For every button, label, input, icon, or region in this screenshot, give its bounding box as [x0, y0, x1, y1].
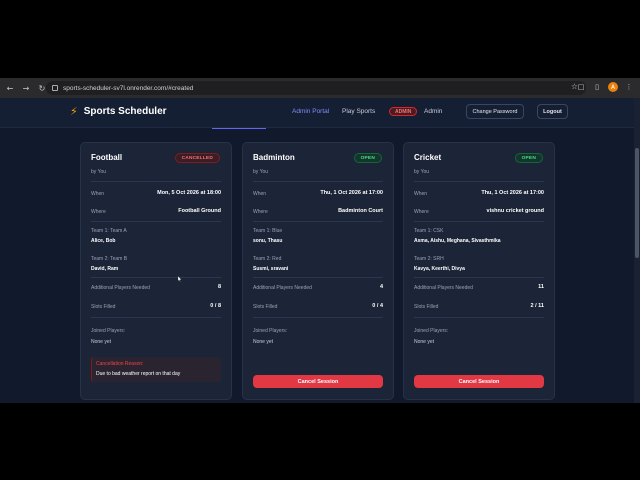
status-badge: OPEN: [514, 153, 543, 163]
session-owner: by You: [253, 169, 269, 175]
session-title: Cricket: [414, 153, 442, 162]
status-badge: OPEN: [353, 153, 382, 163]
divider: [414, 317, 544, 318]
joined-label: Joined Players:: [414, 328, 449, 334]
when-value: Thu, 1 Oct 2026 at 17:00: [320, 190, 383, 196]
where-value: Football Ground: [178, 208, 221, 214]
cancel-session-button[interactable]: Cancel Session: [253, 375, 383, 388]
menu-icon[interactable]: ⋮: [624, 82, 634, 92]
user-name: Admin: [424, 108, 443, 115]
when-label: When: [253, 191, 267, 197]
profile-avatar[interactable]: A: [608, 82, 618, 92]
when-label: When: [414, 191, 428, 197]
team1-label: Team 1: CSK: [414, 228, 444, 234]
divider: [91, 277, 221, 278]
cancellation-reason-title: Cancellation Reason:: [96, 361, 144, 367]
app-page: ⚡ Sports Scheduler Admin Portal Play Spo…: [0, 98, 640, 403]
when-value: Mon, 5 Oct 2026 at 18:00: [157, 190, 221, 196]
team2-players: Kavya, Keerthi, Divya: [414, 266, 465, 272]
divider: [253, 221, 383, 222]
nav-admin-portal[interactable]: Admin Portal: [292, 108, 329, 115]
team2-players: Susmi, sravani: [253, 266, 289, 272]
cancellation-reason-text: Due to bad weather report on that day: [96, 371, 181, 377]
slots-value: 2 / 11: [530, 303, 544, 309]
joined-label: Joined Players:: [91, 328, 126, 334]
extensions-icon[interactable]: □: [576, 82, 586, 92]
sidebar-icon[interactable]: ▯: [592, 82, 602, 92]
joined-none: None yet: [253, 339, 274, 345]
team2-label: Team 2: Team B: [91, 256, 128, 262]
browser-window: ← → ↻ sports-scheduler-sv7l.onrender.com…: [0, 78, 640, 403]
slots-value: 0 / 8: [210, 303, 221, 309]
when-value: Thu, 1 Oct 2026 at 17:00: [481, 190, 544, 196]
additional-value: 4: [379, 284, 383, 290]
team1-label: Team 1: Blue: [253, 228, 283, 234]
where-value: vishnu cricket ground: [486, 208, 544, 214]
role-badge: ADMIN: [389, 107, 418, 116]
team1-label: Team 1: Team A: [91, 228, 127, 234]
site-info-icon[interactable]: [52, 85, 58, 91]
mouse-cursor-icon: [178, 276, 182, 282]
divider: [253, 277, 383, 278]
session-card-football: Football CANCELLED by You When Mon, 5 Oc…: [80, 142, 232, 400]
slots-value: 0 / 4: [372, 303, 383, 309]
where-value: Badminton Court: [338, 208, 383, 214]
status-badge: CANCELLED: [174, 153, 220, 163]
forward-icon[interactable]: →: [20, 82, 32, 94]
brand[interactable]: ⚡ Sports Scheduler: [70, 105, 167, 118]
page-scrollbar[interactable]: [634, 98, 640, 403]
joined-none: None yet: [414, 339, 435, 345]
slots-label: Slots Filled: [414, 304, 439, 310]
back-icon[interactable]: ←: [4, 82, 16, 94]
cancellation-reason-box: Cancellation Reason: Due to bad weather …: [91, 357, 221, 382]
address-bar[interactable]: sports-scheduler-sv7l.onrender.com/#crea…: [46, 81, 586, 95]
logout-button[interactable]: Logout: [537, 104, 568, 119]
session-owner: by You: [414, 169, 430, 175]
divider: [91, 317, 221, 318]
divider: [414, 277, 544, 278]
session-title: Badminton: [253, 153, 295, 162]
browser-toolbar: ← → ↻ sports-scheduler-sv7l.onrender.com…: [0, 78, 640, 98]
where-label: Where: [253, 209, 268, 215]
session-card-badminton: Badminton OPEN by You When Thu, 1 Oct 20…: [242, 142, 394, 400]
divider: [414, 181, 544, 182]
session-title: Football: [91, 153, 123, 162]
divider: [91, 221, 221, 222]
divider: [253, 317, 383, 318]
tab-underline: [212, 128, 266, 129]
change-password-button[interactable]: Change Password: [466, 104, 524, 119]
divider: [414, 221, 544, 222]
joined-none: None yet: [91, 339, 112, 345]
team2-label: Team 2: SRH: [414, 256, 444, 262]
additional-label: Additional Players Needed: [91, 285, 150, 291]
lightning-icon: ⚡: [70, 105, 78, 118]
scrollbar-thumb[interactable]: [635, 148, 639, 258]
window-top-bar: [0, 0, 640, 80]
team1-players: Asma, Aishu, Meghana, Sivasthmika: [414, 238, 501, 244]
team2-label: Team 2: Red: [253, 256, 282, 262]
slots-label: Slots Filled: [253, 304, 278, 310]
additional-value: 8: [217, 284, 221, 290]
divider: [91, 181, 221, 182]
team1-players: sonu, Thasu: [253, 238, 283, 244]
cancel-session-button[interactable]: Cancel Session: [414, 375, 544, 388]
additional-label: Additional Players Needed: [414, 285, 473, 291]
additional-label: Additional Players Needed: [253, 285, 312, 291]
brand-title: Sports Scheduler: [83, 106, 167, 117]
team1-players: Alice, Bob: [91, 238, 116, 244]
slots-label: Slots Filled: [91, 304, 116, 310]
where-label: Where: [414, 209, 429, 215]
team2-players: David, Ram: [91, 266, 119, 272]
where-label: Where: [91, 209, 106, 215]
when-label: When: [91, 191, 105, 197]
divider: [253, 181, 383, 182]
nav-play-sports[interactable]: Play Sports: [342, 108, 375, 115]
url-text: sports-scheduler-sv7l.onrender.com/#crea…: [63, 84, 194, 92]
session-card-cricket: Cricket OPEN by You When Thu, 1 Oct 2026…: [403, 142, 555, 400]
additional-value: 11: [538, 284, 544, 290]
app-header: ⚡ Sports Scheduler Admin Portal Play Spo…: [0, 98, 640, 128]
joined-label: Joined Players:: [253, 328, 288, 334]
session-owner: by You: [91, 169, 107, 175]
